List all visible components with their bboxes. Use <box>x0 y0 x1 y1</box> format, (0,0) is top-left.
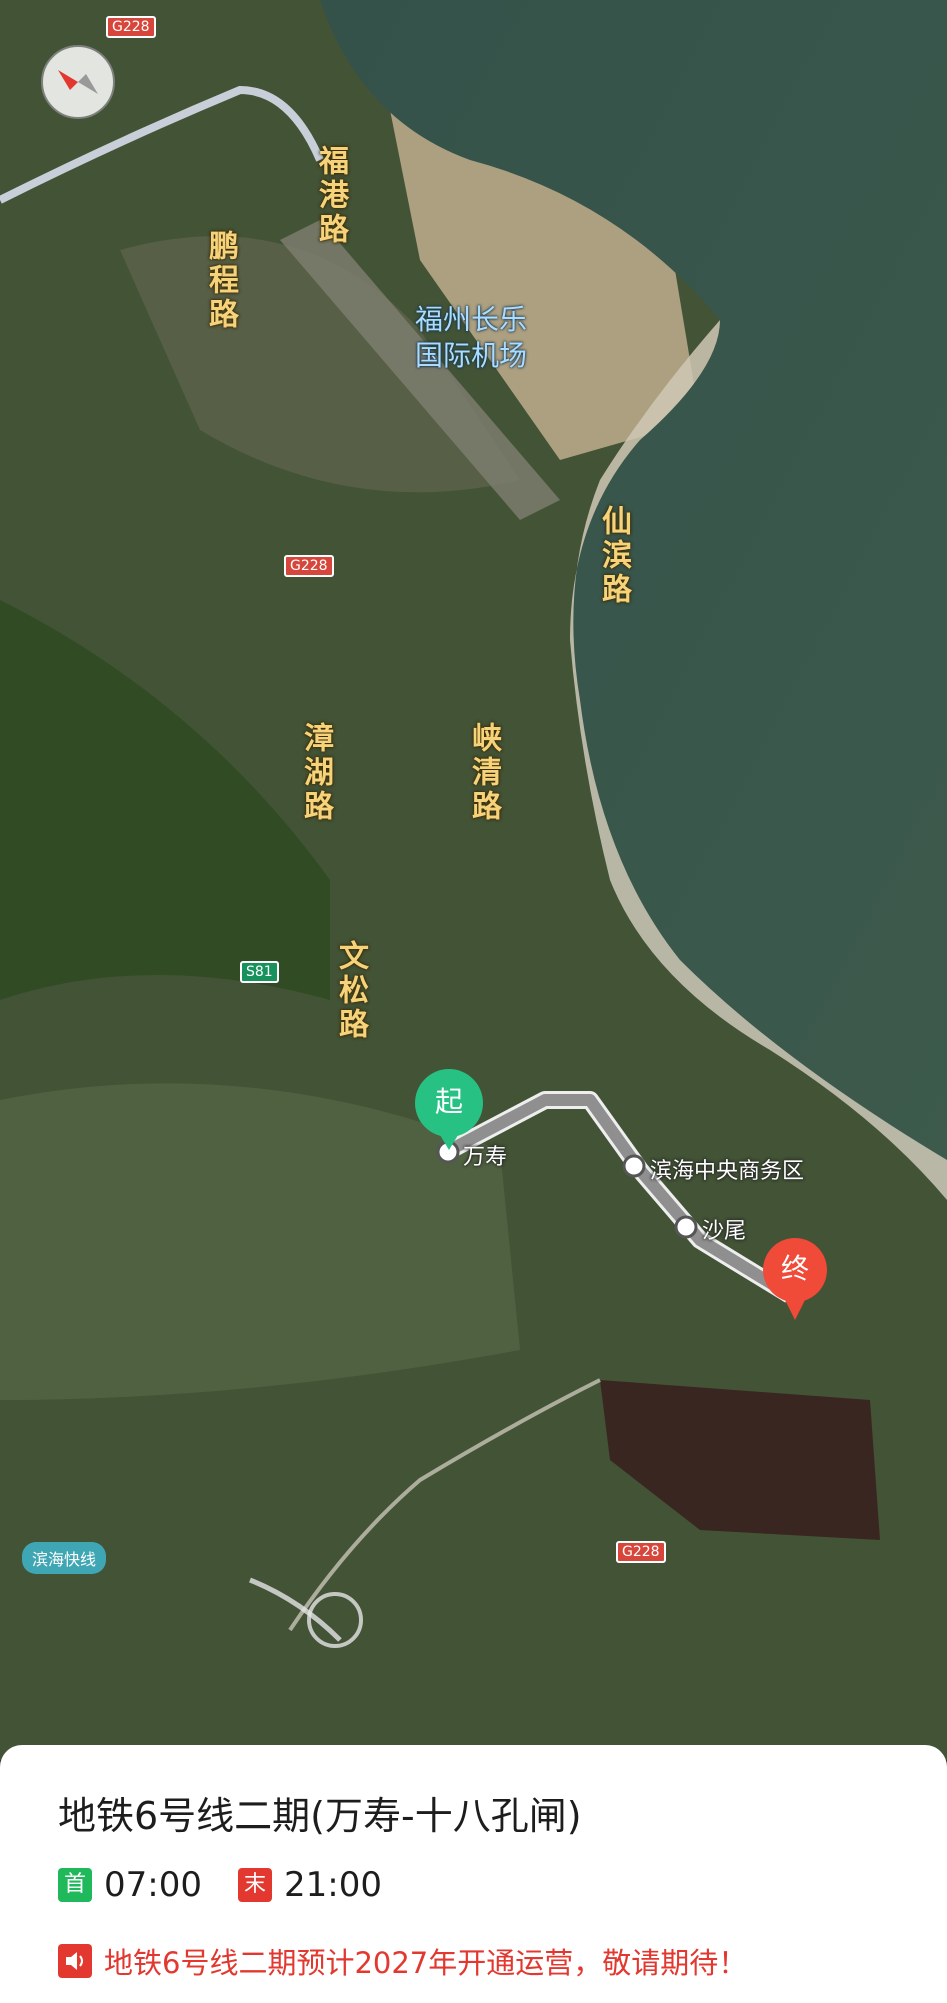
opening-notice: 地铁6号线二期预计2027年开通运营，敬请期待！ <box>58 1940 747 1982</box>
road-label-wensong: 文松路 <box>333 940 368 1042</box>
airport-label-line1: 福州长乐 <box>415 303 528 336</box>
last-train-time: 21:00 <box>283 1865 382 1905</box>
airport-label[interactable]: 福州长乐 国际机场 <box>415 302 527 374</box>
end-marker-label: 终 <box>780 1252 809 1285</box>
notice-text: 地铁6号线二期预计2027年开通运营，敬请期待！ <box>104 1946 748 1980</box>
satellite-map[interactable] <box>0 0 947 1760</box>
speaker-icon <box>58 1944 92 1978</box>
road-label-xiaqing: 峡清路 <box>466 722 501 824</box>
first-train-time: 07:00 <box>104 1865 202 1905</box>
road-label-xianbin: 仙滨路 <box>596 505 631 607</box>
station-label-cbd: 滨海中央商务区 <box>650 1159 805 1184</box>
compass-icon[interactable] <box>41 45 115 119</box>
g228-shield-mid: G228 <box>284 555 334 577</box>
first-train-tag: 首 <box>58 1868 92 1902</box>
station-label-wanshou: 万寿 <box>463 1145 508 1170</box>
g228-shield-top: G228 <box>106 16 156 38</box>
station-label-shawei: 沙尾 <box>702 1219 747 1244</box>
station-dot-shawei[interactable] <box>674 1215 698 1239</box>
airport-label-line2: 国际机场 <box>415 339 528 372</box>
road-label-zhanghu: 漳湖路 <box>298 722 333 824</box>
s81-shield: S81 <box>240 961 279 983</box>
g228-shield-bottom: G228 <box>616 1541 666 1563</box>
road-label-fugang: 福港路 <box>313 145 348 247</box>
expressway-label: 滨海快线 <box>22 1542 107 1574</box>
route-title: 地铁6号线二期(万寿-十八孔闸) <box>58 1794 582 1838</box>
road-label-pengcheng: 鹏程路 <box>203 230 238 332</box>
last-train-tag: 末 <box>237 1868 272 1902</box>
operating-hours: 首 07:00 末 21:00 <box>58 1865 418 1905</box>
route-info-panel: 地铁6号线二期(万寿-十八孔闸) 首 07:00 末 21:00 地铁6号线二期… <box>0 1745 947 2003</box>
start-marker-label: 起 <box>434 1085 463 1118</box>
station-dot-cbd[interactable] <box>622 1154 646 1178</box>
